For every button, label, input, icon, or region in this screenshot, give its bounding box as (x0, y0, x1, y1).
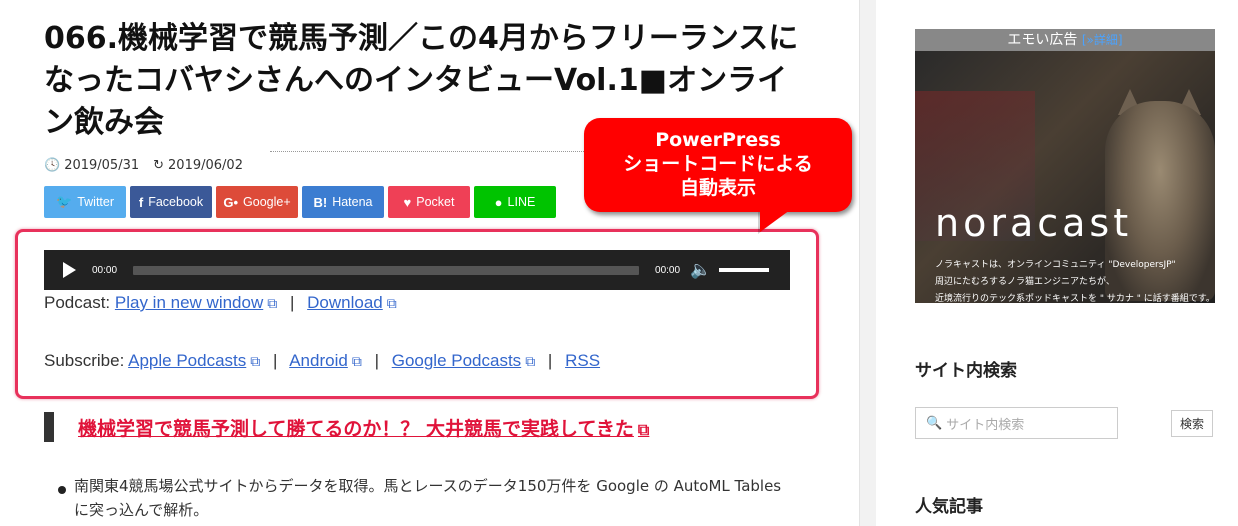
volume-icon[interactable]: 🔈 (690, 260, 711, 280)
section-heading-link[interactable]: 機械学習で競馬予測して勝てるのか！？ 大井競馬で実践してきた ⧉ (78, 414, 649, 441)
share-hatena-button[interactable]: B! Hatena (302, 186, 384, 218)
external-link-icon: ⧉ (386, 295, 397, 311)
external-link-icon: ⧉ (525, 353, 536, 369)
facebook-icon: f (138, 194, 144, 210)
progress-bar[interactable] (133, 265, 640, 275)
search-heading: サイト内検索 (915, 361, 1017, 381)
callout-tail (760, 210, 790, 232)
ad-details-link[interactable]: [»詳細] (1082, 33, 1123, 47)
volume-slider[interactable] (719, 268, 770, 272)
apple-podcasts-link[interactable]: Apple Podcasts (128, 351, 246, 370)
android-link[interactable]: Android (289, 351, 348, 370)
share-googleplus-button[interactable]: G• Google+ (216, 186, 298, 218)
published-date: 2019/05/31 (64, 158, 140, 173)
refresh-icon: ↻ (153, 158, 165, 173)
share-line-button[interactable]: ● LINE (474, 186, 556, 218)
googleplus-icon: G• (223, 194, 239, 210)
column-divider (859, 0, 860, 526)
heading-bar (44, 412, 54, 442)
ad-brand: noracast (935, 201, 1133, 245)
callout-bubble: PowerPress ショートコードによる 自動表示 (584, 118, 852, 212)
current-time: 00:00 (92, 264, 118, 276)
podcast-links: Podcast: Play in new window ⧉ | Download ⧉ (44, 293, 397, 312)
twitter-icon: 🐦 (56, 194, 73, 209)
search-icon: 🔍 (926, 415, 943, 431)
article-meta: 🕓 2019/05/31 ↻ 2019/06/02 (44, 158, 243, 173)
download-link[interactable]: Download (307, 293, 383, 312)
bullet-dot (58, 486, 66, 494)
external-link-icon: ⧉ (637, 420, 650, 439)
rss-link[interactable]: RSS (565, 351, 600, 370)
share-twitter-button[interactable]: 🐦 Twitter (44, 186, 126, 218)
search-input[interactable]: 🔍 サイト内検索 (915, 407, 1118, 439)
google-podcasts-link[interactable]: Google Podcasts (392, 351, 521, 370)
ad-image[interactable]: noracast ノラキャストは、オンラインコミュニティ "Developers… (915, 51, 1215, 303)
line-icon: ● (494, 194, 503, 210)
subscribe-links: Subscribe: Apple Podcasts ⧉ | Android ⧉ | … (44, 351, 601, 370)
updated-date: 2019/06/02 (168, 158, 243, 173)
pocket-icon: ♥ (403, 194, 412, 210)
main-column: 066.機械学習で競馬予測／この4月からフリーランスになったコバヤシさんへのイン… (0, 0, 860, 526)
external-link-icon: ⧉ (267, 295, 278, 311)
external-link-icon: ⧉ (351, 353, 362, 369)
ad-header: エモい広告 [»詳細] (915, 29, 1215, 51)
popular-heading: 人気記事 (915, 497, 983, 517)
ad-banner[interactable]: noracast ノラキャストは、オンラインコミュニティ "Developers… (915, 29, 1215, 303)
share-pocket-button[interactable]: ♥ Pocket (388, 186, 470, 218)
hatena-icon: B! (313, 194, 328, 210)
list-item: 南関東4競馬場公式サイトからデータを取得。馬とレースのデータ150万件を Goo… (74, 477, 782, 519)
clock-icon: 🕓 (44, 158, 61, 173)
external-link-icon: ⧉ (250, 353, 261, 369)
ad-description: ノラキャストは、オンラインコミュニティ "DevelopersJP" 周辺にたむ… (935, 260, 1215, 303)
share-buttons: 🐦 Twitter f Facebook G• Google+ B! Hatena ♥ P… (44, 186, 556, 218)
play-new-window-link[interactable]: Play in new window (115, 293, 263, 312)
play-icon[interactable] (63, 262, 76, 278)
duration: 00:00 (655, 264, 681, 276)
audio-player: 00:00 00:00 🔈 (44, 250, 790, 290)
share-facebook-button[interactable]: f Facebook (130, 186, 212, 218)
search-button[interactable]: 検索 (1171, 410, 1213, 437)
